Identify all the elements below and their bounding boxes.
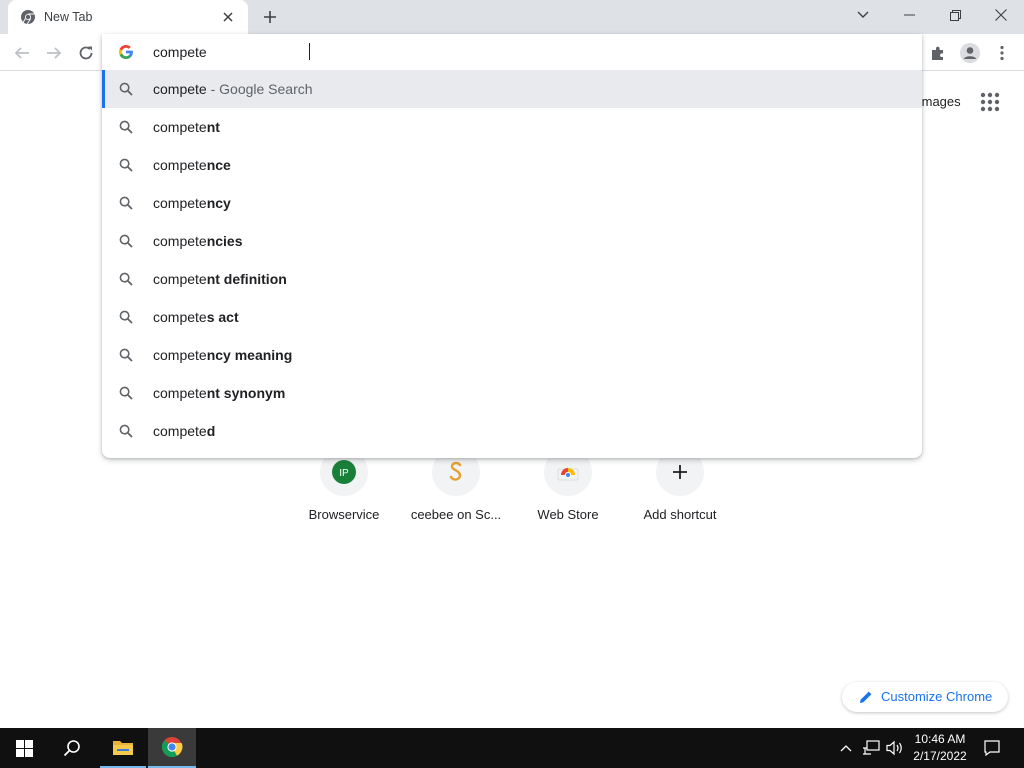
chrome-favicon-icon (20, 9, 36, 25)
google-g-icon (118, 44, 134, 60)
new-tab-plus-icon[interactable] (256, 3, 284, 31)
suggestion-item[interactable]: competent definition (102, 260, 922, 298)
forward-arrow-icon[interactable] (41, 40, 67, 66)
suggestion-typed-text: compete (153, 347, 207, 363)
omnibox-input[interactable] (153, 42, 853, 62)
chrome-taskbar-icon[interactable] (148, 728, 196, 768)
web-store-icon (557, 468, 579, 481)
suggestion-text: competent synonym (153, 385, 285, 401)
suggestion-typed-text: compete (153, 119, 207, 135)
suggestion-text: competencies (153, 233, 243, 249)
suggestion-text: compete - Google Search (153, 81, 313, 97)
network-icon[interactable] (860, 728, 882, 768)
pencil-icon (859, 690, 873, 704)
volume-icon[interactable] (884, 728, 906, 768)
search-icon[interactable] (48, 728, 96, 768)
suggestion-text: competed (153, 423, 215, 439)
suggestion-typed-text: compete (153, 271, 207, 287)
restore-icon[interactable] (932, 0, 978, 30)
suggestion-completion-text: ncies (206, 233, 243, 249)
suggestion-item[interactable]: competent synonym (102, 374, 922, 412)
suggestion-typed-text: compete (153, 233, 207, 249)
ip-badge-text: IP (339, 468, 349, 479)
customize-chrome-button[interactable]: Customize Chrome (842, 682, 1008, 712)
suggestion-completion-text: ncy (206, 195, 231, 211)
shortcut-label: Browservice (308, 507, 380, 522)
suggestion-typed-text: compete (153, 423, 207, 439)
scribd-icon (449, 461, 462, 481)
clock-time: 10:46 AM (914, 732, 966, 746)
search-magnifier-icon (119, 272, 133, 286)
suggestion-completion-text: nt definition (206, 271, 287, 287)
tray-chevron-up-icon[interactable] (836, 728, 856, 768)
tab-new-tab[interactable]: New Tab (8, 0, 248, 34)
suggestion-text: competency meaning (153, 347, 292, 363)
suggestion-item[interactable]: compete - Google Search (102, 70, 922, 108)
suggestion-typed-text: compete (153, 385, 207, 401)
suggestion-text: competency (153, 195, 231, 211)
suggestion-item[interactable]: competes act (102, 298, 922, 336)
tab-strip: New Tab (0, 0, 1024, 34)
omnibox-dropdown: compete - Google Searchcompetentcompeten… (102, 34, 922, 458)
minimize-icon[interactable] (886, 0, 932, 30)
shortcut-label: Add shortcut (643, 507, 717, 522)
close-window-icon[interactable] (978, 0, 1024, 30)
suggestion-completion-text: ncy meaning (206, 347, 293, 363)
suggestion-text: competent (153, 119, 220, 135)
shortcut-label: ceebee on Sc... (410, 507, 502, 522)
file-explorer-icon[interactable] (100, 728, 146, 768)
tab-search-chevron-icon[interactable] (840, 0, 886, 30)
notifications-icon[interactable] (976, 728, 1008, 768)
back-arrow-icon[interactable] (9, 40, 35, 66)
search-magnifier-icon (119, 158, 133, 172)
clock-date: 2/17/2022 (913, 749, 967, 763)
google-apps-grid-icon[interactable] (978, 90, 1002, 114)
tab-title: New Tab (44, 10, 93, 24)
plus-icon (673, 465, 687, 479)
suggestion-item[interactable]: competed (102, 412, 922, 450)
search-magnifier-icon (119, 120, 133, 134)
search-magnifier-icon (119, 196, 133, 210)
suggestion-item[interactable]: competency meaning (102, 336, 922, 374)
close-tab-icon[interactable] (218, 7, 238, 27)
suggestion-typed-text: compete (153, 309, 207, 325)
reload-icon[interactable] (73, 40, 99, 66)
suggestion-typed-text: compete (153, 81, 207, 97)
taskbar-clock[interactable]: 10:46 AM 2/17/2022 (910, 731, 970, 765)
windows-start-icon[interactable] (0, 728, 48, 768)
suggestion-text: competes act (153, 309, 239, 325)
search-magnifier-icon (119, 234, 133, 248)
suggestion-completion-text: nt synonym (206, 385, 286, 401)
ip-badge-icon: IP (332, 460, 356, 484)
search-magnifier-icon (119, 310, 133, 324)
shortcut-label: Web Store (537, 507, 599, 522)
suggestion-suffix-text: - Google Search (206, 81, 313, 97)
suggestion-typed-text: compete (153, 157, 207, 173)
suggestion-completion-text: s act (206, 309, 239, 325)
kebab-menu-icon[interactable] (988, 39, 1016, 67)
suggestion-item[interactable]: competency (102, 184, 922, 222)
suggestion-completion-text: d (206, 423, 216, 439)
suggestion-item[interactable]: competence (102, 146, 922, 184)
search-magnifier-icon (119, 82, 133, 96)
suggestion-typed-text: compete (153, 195, 207, 211)
suggestion-list: compete - Google Search competent competen… (102, 70, 922, 450)
omnibox (102, 34, 922, 70)
suggestion-item[interactable]: competencies (102, 222, 922, 260)
suggestion-item[interactable]: competent (102, 108, 922, 146)
text-caret (309, 43, 310, 60)
profile-avatar-icon[interactable] (956, 39, 984, 67)
suggestion-text: competent definition (153, 271, 287, 287)
suggestion-completion-text: nce (206, 157, 231, 173)
suggestion-completion-text: nt (206, 119, 220, 135)
images-link[interactable]: Images (918, 94, 961, 109)
customize-chrome-label: Customize Chrome (881, 689, 993, 704)
extensions-puzzle-icon[interactable] (924, 39, 952, 67)
search-magnifier-icon (119, 424, 133, 438)
search-magnifier-icon (119, 386, 133, 400)
suggestion-text: competence (153, 157, 231, 173)
search-magnifier-icon (119, 348, 133, 362)
windows-taskbar: 10:46 AM 2/17/2022 (0, 728, 1024, 768)
